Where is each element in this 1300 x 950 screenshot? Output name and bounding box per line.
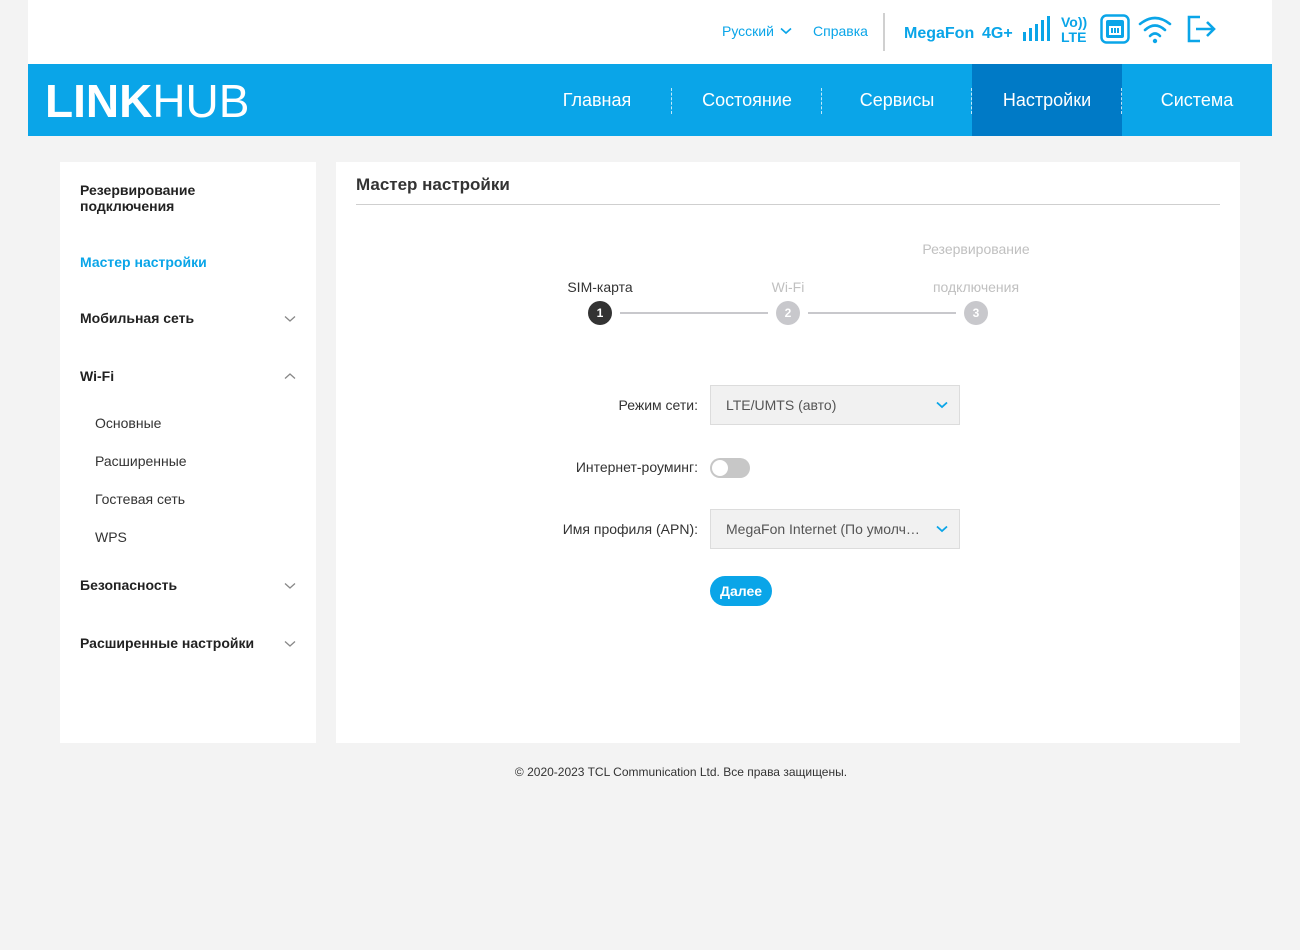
nav-home-label: Главная <box>562 89 632 110</box>
apn-profile-value: MegaFon Internet (По умолчанию) <box>726 521 924 537</box>
step-3-label-line2: подключения <box>932 279 1020 295</box>
divider <box>883 13 885 51</box>
step-connector-2 <box>808 312 956 314</box>
next-button[interactable]: Далее <box>710 576 772 606</box>
logout-icon[interactable] <box>1186 14 1218 44</box>
network-mode-select[interactable]: LTE/UMTS (авто) <box>710 385 960 425</box>
network-mode-value: LTE/UMTS (авто) <box>726 397 837 413</box>
sidebar-subitem-guest-network[interactable]: Гостевая сеть <box>95 491 185 507</box>
apn-label: Имя профиля (APN): <box>562 521 698 537</box>
main-nav: Главная Состояние Сервисы Настройки Сист… <box>522 64 1272 136</box>
signal-strength-icon <box>1023 16 1050 41</box>
volte-icon: Vo)) LTE <box>1061 14 1087 44</box>
sidebar-item-mobile-network[interactable]: Мобильная сеть <box>80 310 194 326</box>
step-2-indicator: 2 <box>776 301 800 325</box>
chevron-up-icon <box>284 373 296 379</box>
chevron-down-icon <box>936 401 948 409</box>
nav-system[interactable]: Система <box>1122 64 1272 136</box>
nav-system-label: Система <box>1160 89 1234 110</box>
nav-settings[interactable]: Настройки <box>972 64 1122 136</box>
main-panel: Мастер настройки SIM-карта Wi-Fi Резерви… <box>336 162 1240 743</box>
step-2-label: Wi-Fi <box>771 279 805 295</box>
title-divider <box>356 204 1220 205</box>
sidebar-subitem-wifi-basic[interactable]: Основные <box>95 415 161 431</box>
chevron-down-icon <box>284 316 296 322</box>
operator-name: MegaFon <box>904 25 975 42</box>
sidebar-item-advanced-settings[interactable]: Расширенные настройки <box>80 635 254 651</box>
sidebar-subitem-wps[interactable]: WPS <box>95 529 127 545</box>
language-selector[interactable]: Русский <box>722 23 792 39</box>
nav-status-label: Состояние <box>702 89 792 110</box>
page-title: Мастер настройки <box>356 175 510 194</box>
sim-card-icon <box>1100 14 1130 44</box>
nav-status[interactable]: Состояние <box>672 64 822 136</box>
wifi-icon <box>1138 16 1172 44</box>
main-header: LINKHUB Главная Состояние Сервисы Настро… <box>28 64 1272 136</box>
sidebar-item-wifi[interactable]: Wi-Fi <box>80 368 114 384</box>
nav-home[interactable]: Главная <box>522 64 672 136</box>
chevron-down-icon <box>284 583 296 589</box>
chevron-down-icon <box>284 641 296 647</box>
nav-services-label: Сервисы <box>859 89 935 110</box>
network-mode-label: Режим сети: <box>618 397 699 413</box>
chevron-down-icon <box>780 27 792 35</box>
step-1-label: SIM-карта <box>567 279 633 295</box>
sidebar-item-connection-backup[interactable]: Резервирование подключения <box>80 182 230 214</box>
toggle-knob <box>712 460 728 476</box>
apn-profile-select[interactable]: MegaFon Internet (По умолчанию) <box>710 509 960 549</box>
nav-services[interactable]: Сервисы <box>822 64 972 136</box>
logo-bold: LINK <box>45 75 153 127</box>
sidebar-item-security[interactable]: Безопасность <box>80 577 177 593</box>
network-type: 4G+ <box>982 25 1013 42</box>
language-label: Русский <box>722 23 774 39</box>
footer-copyright: © 2020-2023 TCL Communication Ltd. Все п… <box>514 765 848 779</box>
linkhub-logo: LINKHUB <box>45 78 249 124</box>
settings-sidebar: Резервирование подключения Мастер настро… <box>60 162 316 743</box>
step-connector-1 <box>620 312 768 314</box>
status-bar: Русский Справка MegaFon 4G+ Vo)) LTE <box>28 0 1272 64</box>
roaming-label: Интернет-роуминг: <box>575 459 698 475</box>
sidebar-subitem-wifi-advanced[interactable]: Расширенные <box>95 453 187 469</box>
logo-thin: HUB <box>152 75 250 127</box>
step-1-indicator: 1 <box>588 301 612 325</box>
volte-bottom-text: LTE <box>1061 29 1086 44</box>
help-link[interactable]: Справка <box>813 23 868 39</box>
chevron-down-icon <box>936 525 948 533</box>
step-3-indicator: 3 <box>964 301 988 325</box>
nav-settings-label: Настройки <box>1002 89 1092 110</box>
roaming-toggle[interactable] <box>710 458 750 478</box>
step-3-label-line1: Резервирование <box>922 241 1030 257</box>
sidebar-item-setup-wizard[interactable]: Мастер настройки <box>80 254 207 270</box>
volte-top-text: Vo)) <box>1061 14 1087 30</box>
